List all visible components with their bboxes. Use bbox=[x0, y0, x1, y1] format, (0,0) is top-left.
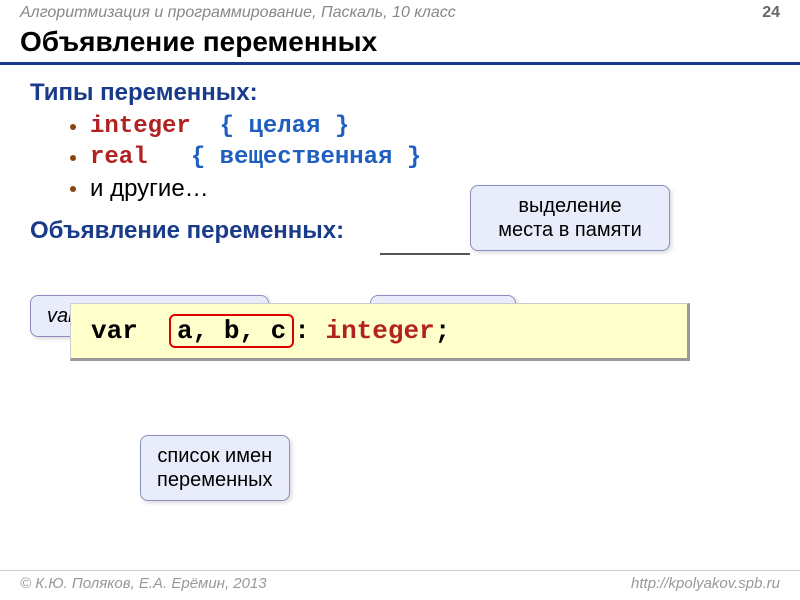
code-semi: ; bbox=[435, 316, 451, 346]
code-names: a, b, c bbox=[177, 316, 286, 346]
code-colon: : bbox=[294, 316, 310, 346]
bullet-icon bbox=[70, 186, 76, 192]
course-label: Алгоритмизация и программирование, Паска… bbox=[20, 4, 456, 22]
footer-url: http://kpolyakov.spb.ru bbox=[631, 575, 780, 592]
type-comment: { целая } bbox=[220, 113, 350, 140]
callout-list: список имен переменных bbox=[140, 435, 290, 501]
callout-text: выделение места в памяти bbox=[498, 195, 642, 241]
type-keyword: integer bbox=[90, 113, 191, 140]
code-type: integer bbox=[325, 316, 434, 346]
type-comment: { вещественная } bbox=[191, 144, 421, 171]
footer-authors: © К.Ю. Поляков, Е.А. Ерёмин, 2013 bbox=[20, 575, 267, 592]
bullet-icon bbox=[70, 155, 76, 161]
code-names-box: a, b, c bbox=[169, 314, 294, 348]
type-keyword: real bbox=[90, 144, 148, 171]
page-number: 24 bbox=[762, 4, 780, 22]
decl-label: Объявление переменных: bbox=[30, 217, 344, 245]
callout-memory: выделение места в памяти bbox=[470, 185, 670, 251]
slide-title: Объявление переменных bbox=[0, 24, 800, 65]
etc-text: и другие… bbox=[90, 175, 209, 203]
code-var: var bbox=[91, 316, 138, 346]
callout-text: список имен переменных bbox=[157, 445, 273, 491]
type-item: real { вещественная } bbox=[70, 144, 770, 171]
bullet-icon bbox=[70, 124, 76, 130]
type-item: integer { целая } bbox=[70, 113, 770, 140]
types-label: Типы переменных: bbox=[30, 79, 770, 107]
connector-line bbox=[380, 253, 470, 255]
code-declaration: var a, b, c: integer; bbox=[70, 303, 690, 361]
